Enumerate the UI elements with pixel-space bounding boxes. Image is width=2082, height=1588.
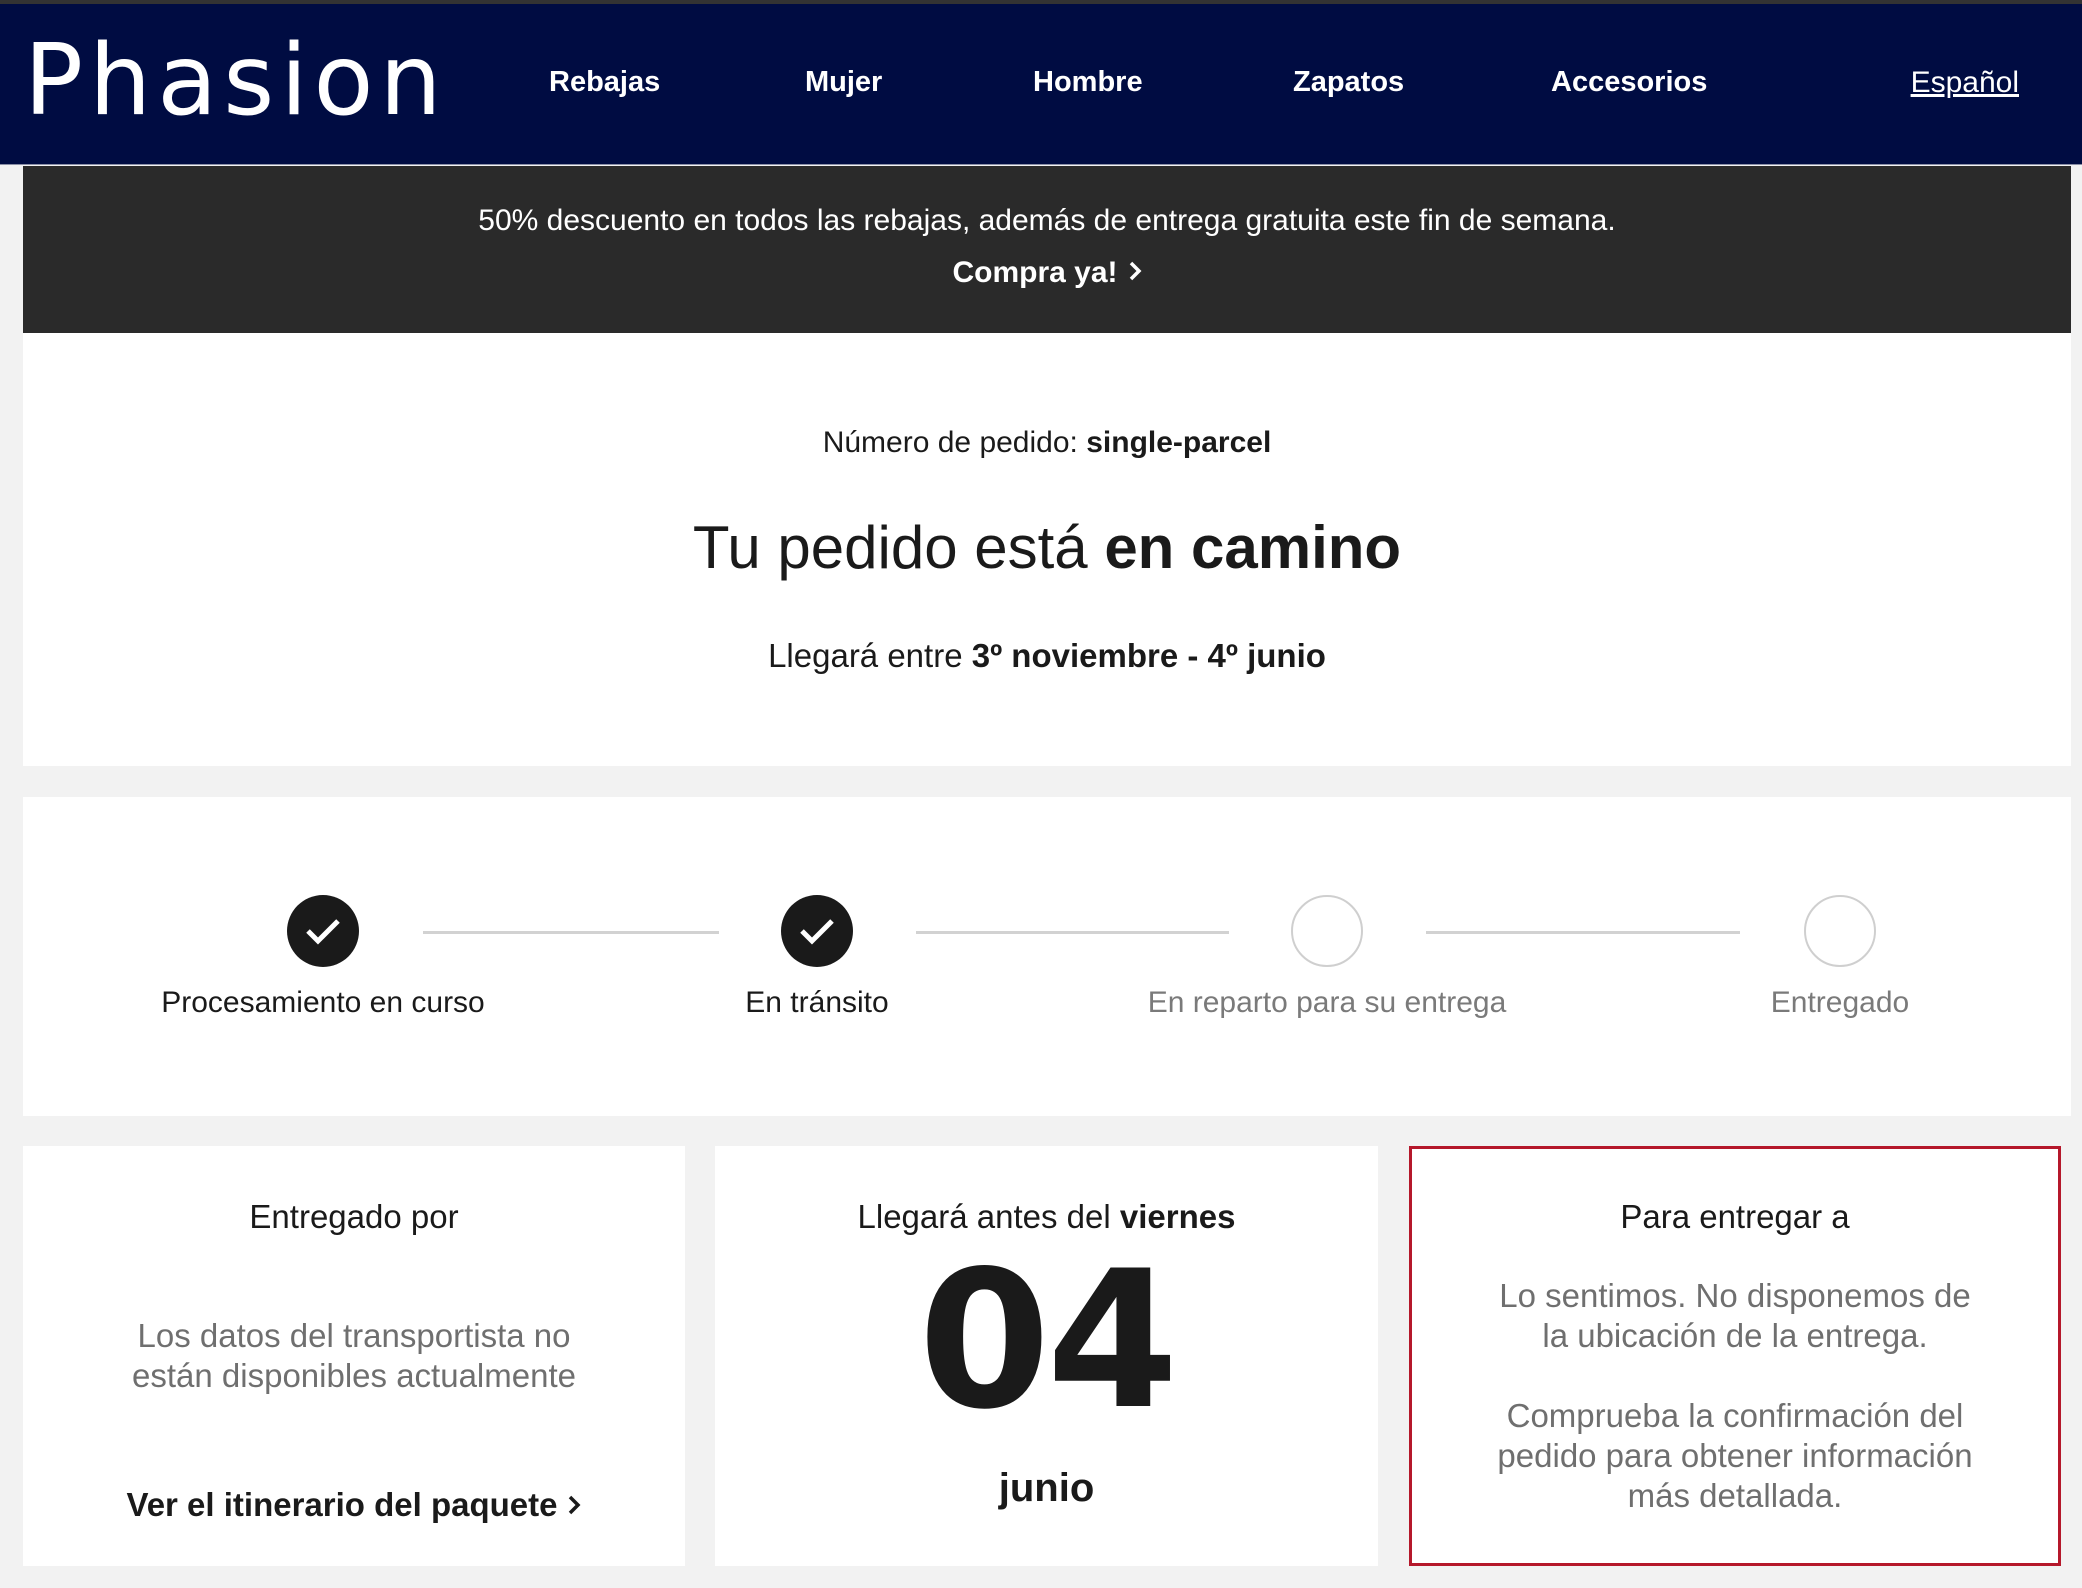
carrier-unavailable-line2: están disponibles actualmente: [132, 1357, 576, 1394]
step-label-transit: En tránsito: [745, 986, 889, 1019]
nav-link-zapatos[interactable]: Zapatos: [1293, 66, 1404, 99]
progress-tracker-card: Procesamiento en curso En tránsito En re…: [23, 797, 2071, 1116]
brand-logo[interactable]: Phasion: [24, 32, 448, 130]
check-confirmation-line3: más detallada.: [1627, 1477, 1843, 1514]
progress-connector: [916, 931, 1229, 934]
view-itinerary-link[interactable]: Ver el itinerario del paquete: [23, 1486, 685, 1524]
eta-prefix: Llegará entre: [768, 637, 963, 674]
view-itinerary-label: Ver el itinerario del paquete: [126, 1486, 558, 1523]
step-label-delivered: Entregado: [1770, 986, 1910, 1019]
check-confirmation-line1: Comprueba la confirmación del: [1506, 1397, 1964, 1434]
nav-link-hombre[interactable]: Hombre: [1033, 66, 1143, 99]
step-label-processing: Procesamiento en curso: [161, 986, 485, 1019]
arrival-day: 04: [918, 1230, 1178, 1451]
order-number-label: Número de pedido:: [822, 426, 1078, 459]
chevron-right-icon: [1128, 256, 1142, 290]
headline-emphasis: en camino: [1104, 514, 1402, 581]
order-summary-card: Número de pedido: single-parcel Tu pedid…: [23, 333, 2071, 766]
location-unavailable-line1: Lo sentimos. No disponemos de: [1499, 1277, 1971, 1314]
headline-prefix: Tu pedido está: [692, 514, 1088, 581]
estimated-arrival: Llegará entre 3º noviembre - 4º junio: [23, 637, 2071, 675]
step-delivered-circle-icon: [1804, 895, 1876, 967]
carrier-card: Entregado por Los datos del transportist…: [23, 1146, 685, 1566]
promo-banner: 50% descuento en todos las rebajas, adem…: [23, 166, 2071, 333]
promo-text: 50% descuento en todos las rebajas, adem…: [478, 204, 1616, 237]
step-processing-check-icon: [287, 895, 359, 967]
carrier-title: Entregado por: [249, 1198, 459, 1235]
promo-cta-link[interactable]: Compra ya!: [23, 256, 2071, 290]
progress-connector: [423, 931, 719, 934]
chevron-right-icon: [567, 1486, 581, 1524]
nav-link-rebajas[interactable]: Rebajas: [549, 66, 660, 99]
top-navigation: Phasion Rebajas Mujer Hombre Zapatos Acc…: [0, 4, 2082, 165]
carrier-unavailable-line1: Los datos del transportista no: [137, 1317, 571, 1354]
nav-link-accesorios[interactable]: Accesorios: [1551, 66, 1707, 99]
arrival-date-card: Llegará antes del viernes 04 junio: [715, 1146, 1378, 1566]
step-out-for-delivery-circle-icon: [1291, 895, 1363, 967]
step-label-out-for-delivery: En reparto para su entrega: [1147, 986, 1507, 1019]
nav-link-mujer[interactable]: Mujer: [805, 66, 882, 99]
deliver-to-card: Para entregar a Lo sentimos. No disponem…: [1409, 1146, 2061, 1566]
check-confirmation-line2: pedido para obtener información: [1497, 1437, 1973, 1474]
deliver-to-title: Para entregar a: [1620, 1198, 1850, 1235]
promo-cta-label: Compra ya!: [952, 256, 1118, 289]
step-transit-check-icon: [781, 895, 853, 967]
order-number-line: Número de pedido: single-parcel: [23, 426, 2071, 460]
language-selector[interactable]: Español: [1911, 66, 2019, 100]
eta-range: 3º noviembre - 4º junio: [971, 637, 1326, 674]
progress-connector: [1426, 931, 1740, 934]
order-status-headline: Tu pedido está en camino: [23, 513, 2071, 582]
arrival-month: junio: [998, 1466, 1095, 1510]
location-unavailable-line2: la ubicación de la entrega.: [1542, 1317, 1928, 1354]
order-number-value: single-parcel: [1086, 426, 1272, 459]
